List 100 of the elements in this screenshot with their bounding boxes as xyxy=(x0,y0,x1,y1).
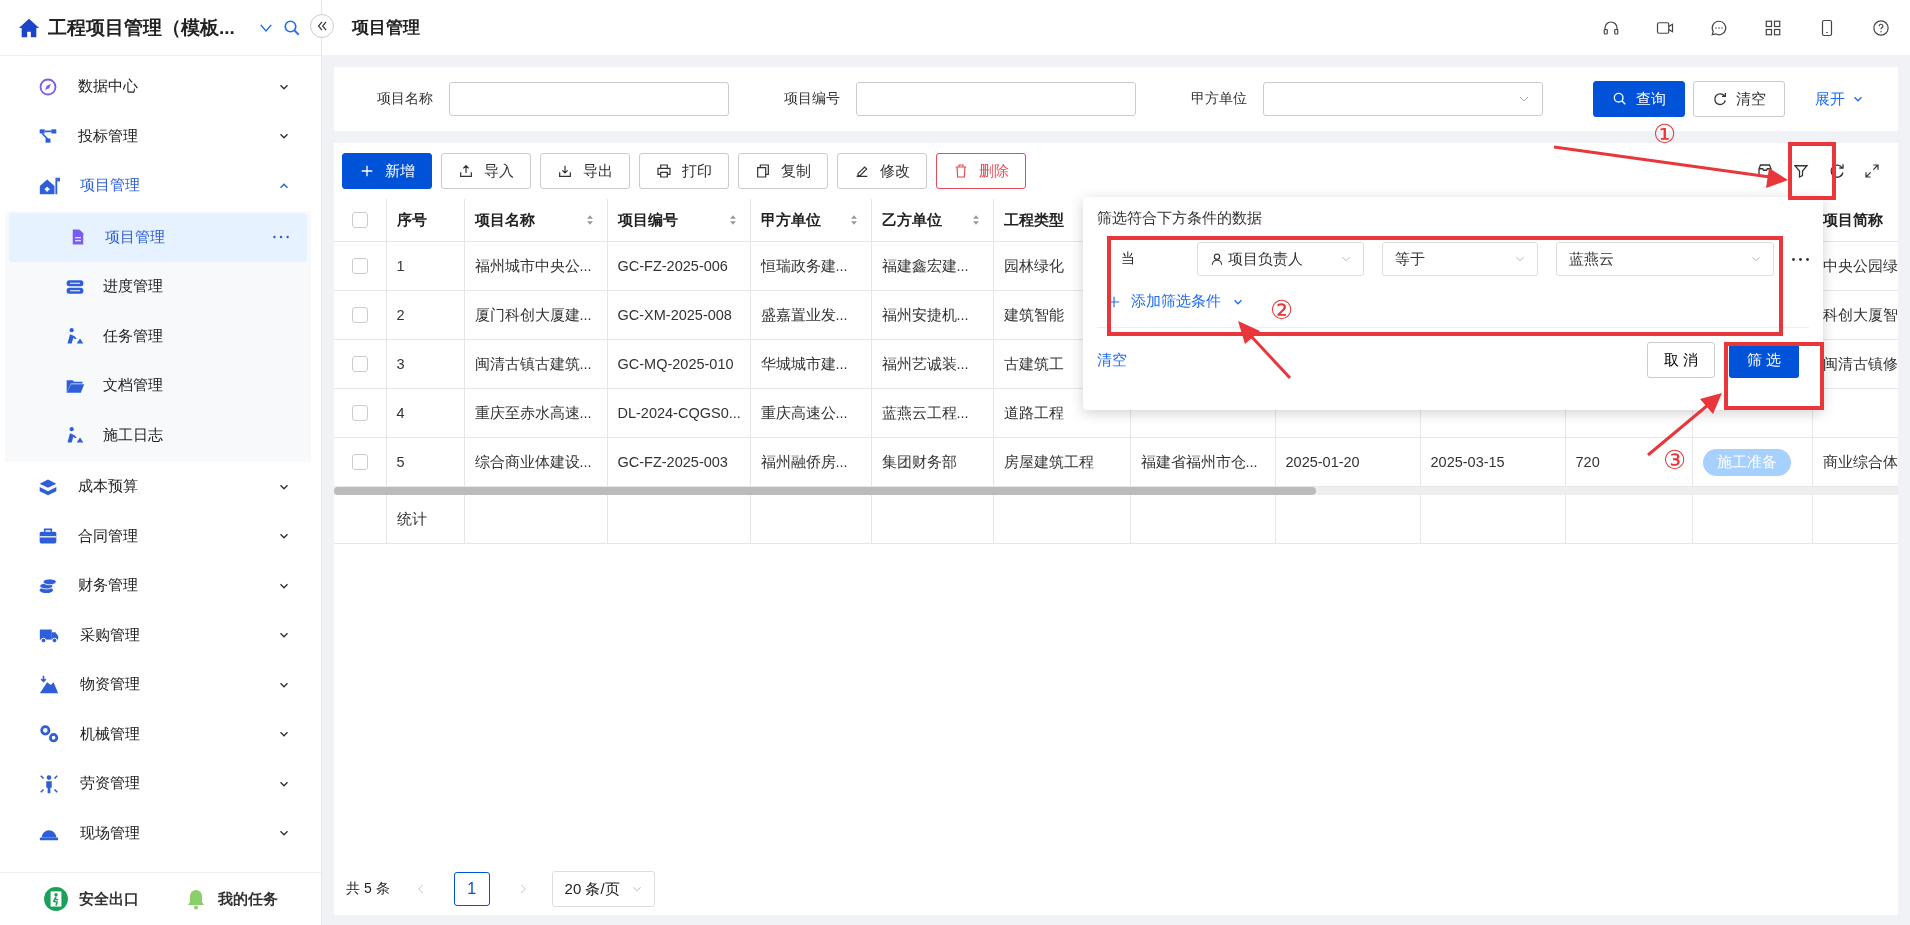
table-cell: 福州安捷机... xyxy=(881,306,969,323)
sidebar-item[interactable]: 成本预算 xyxy=(0,462,321,512)
sidebar-item[interactable]: 劳资管理 xyxy=(0,759,321,809)
checkbox[interactable] xyxy=(351,405,368,421)
tasks-link[interactable]: 我的任务 xyxy=(184,887,279,911)
toolbar-button[interactable]: 删除 xyxy=(936,153,1026,189)
sidebar-item[interactable]: 数据中心 xyxy=(0,62,321,112)
table-cell: 福州融侨房... xyxy=(760,453,848,470)
value-select[interactable]: 蓝燕云 xyxy=(1556,242,1774,276)
headset-icon xyxy=(1602,18,1620,37)
exit-link[interactable]: 安全出口 xyxy=(42,886,139,912)
table-cell: 古建筑工 xyxy=(1003,355,1064,372)
scrollbar-thumb[interactable] xyxy=(334,487,1316,495)
table-cell: 4 xyxy=(396,405,405,421)
total-count: 共 5 条 xyxy=(346,880,390,898)
search-icon xyxy=(1612,91,1628,107)
compass-icon xyxy=(38,76,58,97)
table-cell: GC-XM-2025-008 xyxy=(617,307,732,323)
column-header[interactable]: 项目名称 xyxy=(474,210,597,230)
field-label: 项目名称 xyxy=(376,90,434,108)
toolbar-button[interactable]: 导出 xyxy=(540,153,630,189)
table-cell: 2025-03-15 xyxy=(1430,454,1505,470)
column-header[interactable]: 项目编号 xyxy=(617,210,740,230)
worker-icon xyxy=(65,326,85,347)
field-select[interactable]: 项目负责人 xyxy=(1196,242,1364,276)
page-size-select[interactable]: 20 条/页 xyxy=(551,871,655,907)
table-cell: 重庆高速公... xyxy=(760,404,848,421)
table-cell: 福州城市中央公... xyxy=(474,257,592,274)
app-title: 工程项目管理（模板... xyxy=(48,15,236,40)
checkbox[interactable] xyxy=(351,356,368,372)
table-cell: 2 xyxy=(396,307,405,323)
column-header[interactable]: 序号 xyxy=(396,210,454,230)
upload-icon xyxy=(458,163,474,179)
highlight-frame xyxy=(1788,142,1836,200)
table-cell: 3 xyxy=(396,356,405,372)
table-cell: 福建鑫宏建... xyxy=(881,257,969,274)
grid-icon xyxy=(1764,18,1782,37)
column-header[interactable]: 甲方单位 xyxy=(760,210,861,230)
query-button[interactable]: 查询 xyxy=(1593,81,1685,117)
table-cell: 华城城市建... xyxy=(760,355,848,372)
column-header[interactable]: 乙方单位 xyxy=(881,210,983,230)
page-button[interactable]: 1 xyxy=(453,872,490,906)
clear-link[interactable]: 清空 xyxy=(1097,350,1127,370)
checkbox[interactable] xyxy=(351,307,368,323)
submenu-item[interactable]: 文档管理 xyxy=(5,361,311,411)
briefcase-icon xyxy=(38,526,58,547)
table-cell: 重庆至赤水高速... xyxy=(474,404,592,421)
sidebar-item[interactable]: 财务管理 xyxy=(0,561,321,611)
table-cell: 房屋建筑工程 xyxy=(1003,453,1094,470)
sidebar-item[interactable]: 项目管理 xyxy=(0,161,321,211)
reset-button[interactable]: 清空 xyxy=(1693,81,1785,117)
refresh-icon xyxy=(1828,162,1846,180)
double-chevron-left-icon xyxy=(315,19,329,33)
operator-select[interactable]: 等于 xyxy=(1381,242,1539,276)
sidebar-item[interactable]: 物资管理 xyxy=(0,660,321,710)
chat-icon xyxy=(1710,18,1728,37)
table-cell: 中央公园绿 xyxy=(1822,257,1898,274)
fullscreen-icon xyxy=(1864,163,1880,179)
submenu-item[interactable]: 项目管理 xyxy=(9,212,307,262)
toolbar-button[interactable]: 打印 xyxy=(639,153,729,189)
table-cell: GC-MQ-2025-010 xyxy=(617,356,734,372)
input-field[interactable] xyxy=(449,82,729,116)
worker-icon xyxy=(65,425,85,446)
table-cell: 蓝燕云工程... xyxy=(881,404,969,421)
cancel-button[interactable]: 取 消 xyxy=(1646,342,1715,378)
sidebar-item[interactable]: 现场管理 xyxy=(0,808,321,858)
add-condition-link[interactable]: 添加筛选条件 xyxy=(1107,292,1245,311)
toolbar-button[interactable]: 导入 xyxy=(441,153,531,189)
table-cell: 2025-01-20 xyxy=(1285,454,1360,470)
table-cell: 厦门科创大厦建... xyxy=(474,306,592,323)
checkbox[interactable] xyxy=(351,454,368,470)
sidebar-item[interactable]: 投标管理 xyxy=(0,111,321,161)
select-field[interactable] xyxy=(1263,82,1543,116)
toolbar-button[interactable]: 新增 xyxy=(342,153,432,189)
status-badge: 施工准备 xyxy=(1702,448,1791,476)
expand-link[interactable]: 展开 xyxy=(1809,88,1871,110)
table-cell: 科创大厦智 xyxy=(1822,306,1898,323)
checkbox[interactable] xyxy=(351,258,368,274)
filter-icon xyxy=(1792,162,1810,180)
download-icon xyxy=(557,163,573,179)
toolbar-button[interactable]: 复制 xyxy=(738,153,828,189)
exit-sign-icon xyxy=(42,886,69,912)
sidebar-item[interactable]: 合同管理 xyxy=(0,511,321,561)
table-cell: 5 xyxy=(396,454,405,470)
toolbar-button[interactable]: 修改 xyxy=(837,153,927,189)
input-field[interactable] xyxy=(856,82,1136,116)
table-cell: 720 xyxy=(1575,454,1600,470)
table-cell: 福建省福州市仓... xyxy=(1140,453,1258,470)
sidebar-item[interactable]: 采购管理 xyxy=(0,610,321,660)
more-icon[interactable] xyxy=(1792,257,1809,261)
sidebar-item[interactable]: 机械管理 xyxy=(0,709,321,759)
submenu-item[interactable]: 任务管理 xyxy=(5,311,311,361)
page-title: 项目管理 xyxy=(352,17,421,39)
column-header[interactable]: 项目简称 xyxy=(1822,210,1898,230)
pencil-icon xyxy=(854,163,870,179)
submenu-item[interactable]: 施工日志 xyxy=(5,410,311,460)
person-icon xyxy=(38,772,60,795)
table-cell: 综合商业体建设... xyxy=(474,453,592,470)
checkbox[interactable] xyxy=(351,212,368,228)
submenu-item[interactable]: 进度管理 xyxy=(5,262,311,312)
